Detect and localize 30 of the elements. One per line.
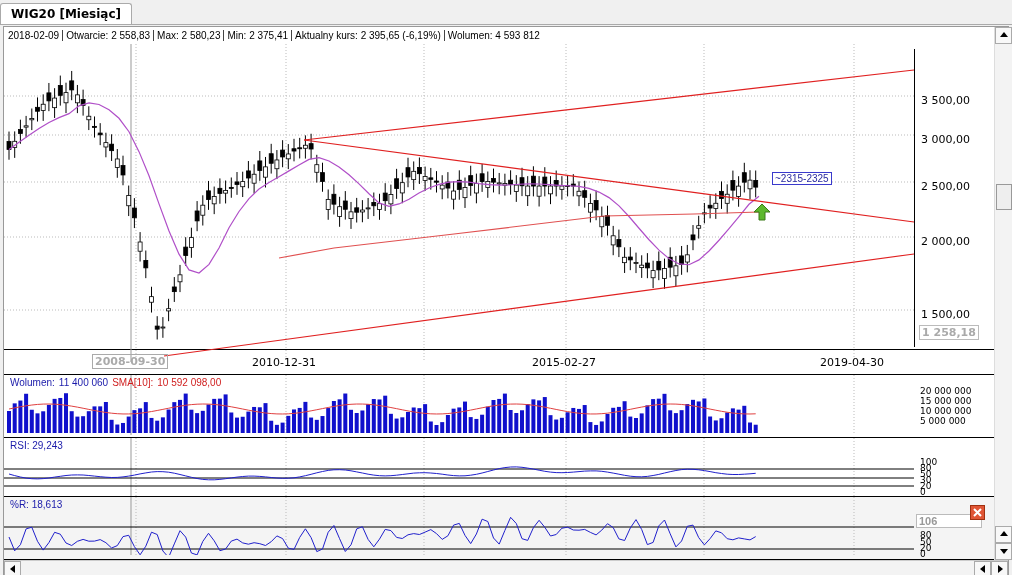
legend-value: 10 592 098,00 <box>157 377 222 388</box>
axis-label: 15 000 000 <box>920 397 972 406</box>
axis-label: 2 000,00 <box>921 235 970 248</box>
quote-info-text: Wolumen: 4 593 812 <box>443 30 540 41</box>
indicator-label: RSI: 29,243 <box>10 440 63 451</box>
quote-info-text: Otwarcie: 2 558,83 <box>62 30 151 41</box>
axis-label: 3 500,00 <box>921 94 970 107</box>
chart-tab[interactable]: WIG20 [Miesiąc] <box>0 3 133 24</box>
axis-label: 5 000 000 <box>920 417 966 426</box>
axis-label: 20 000 000 <box>920 387 972 396</box>
price-annotation: ~2315-2325 <box>772 172 832 185</box>
cursor-value-label: 1 258,18 <box>919 325 979 340</box>
date-label: 2019-04-30 <box>820 356 884 369</box>
date-label: 2010-12-31 <box>252 356 316 369</box>
axis-label: 0 <box>920 488 926 497</box>
indicator-label: %R: 18,613 <box>10 499 63 510</box>
axis-label: 3 000,00 <box>921 133 970 146</box>
cursor-date-label: 2008-09-30 <box>92 354 169 369</box>
axis-label: 10 000 000 <box>920 407 972 416</box>
quote-info-text: Aktualny kurs: 2 395,65 (-6,19%) <box>291 30 441 41</box>
quote-info-text: Min: 2 375,41 <box>223 30 289 41</box>
legend-value: 11 400 060 <box>58 377 109 388</box>
legend-label: SMA[10]: <box>112 377 154 388</box>
quote-info-text: Max: 2 580,23 <box>153 30 221 41</box>
date-label: 2015-02-27 <box>532 356 596 369</box>
quote-info-text: 2018-02-09 <box>8 30 60 41</box>
axis-label: 2 500,00 <box>921 180 970 193</box>
legend-label: Wolumen: <box>10 377 55 388</box>
axis-label: 1 500,00 <box>921 308 970 321</box>
axis-label: 0 <box>920 550 926 559</box>
